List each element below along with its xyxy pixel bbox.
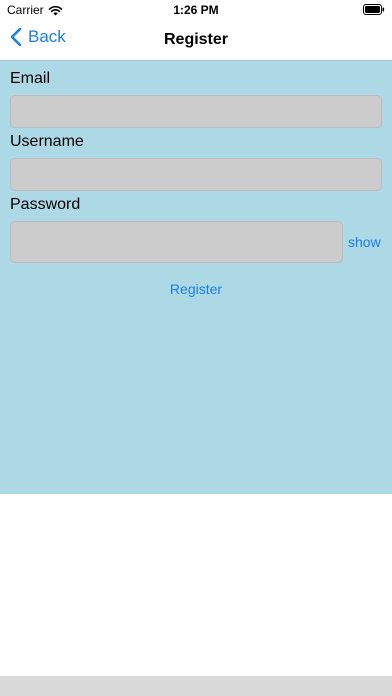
status-time: 1:26 PM — [173, 3, 219, 17]
register-screen: Carrier 1:26 PM Back Register Email User… — [0, 0, 392, 696]
password-field[interactable] — [10, 221, 343, 263]
username-field[interactable] — [10, 158, 382, 191]
show-password-button[interactable]: show — [348, 234, 381, 250]
navigation-bar: Back Register — [0, 20, 392, 60]
email-label: Email — [10, 70, 51, 87]
password-label: Password — [10, 196, 81, 213]
register-button[interactable]: Register — [0, 281, 392, 297]
register-form: Email Username Password show Register — [0, 60, 392, 494]
bottom-bar — [0, 676, 392, 696]
battery-icon — [363, 4, 385, 15]
username-label: Username — [10, 133, 84, 150]
status-bar: Carrier 1:26 PM — [0, 0, 392, 20]
page-title: Register — [163, 31, 229, 48]
email-field[interactable] — [10, 95, 382, 128]
